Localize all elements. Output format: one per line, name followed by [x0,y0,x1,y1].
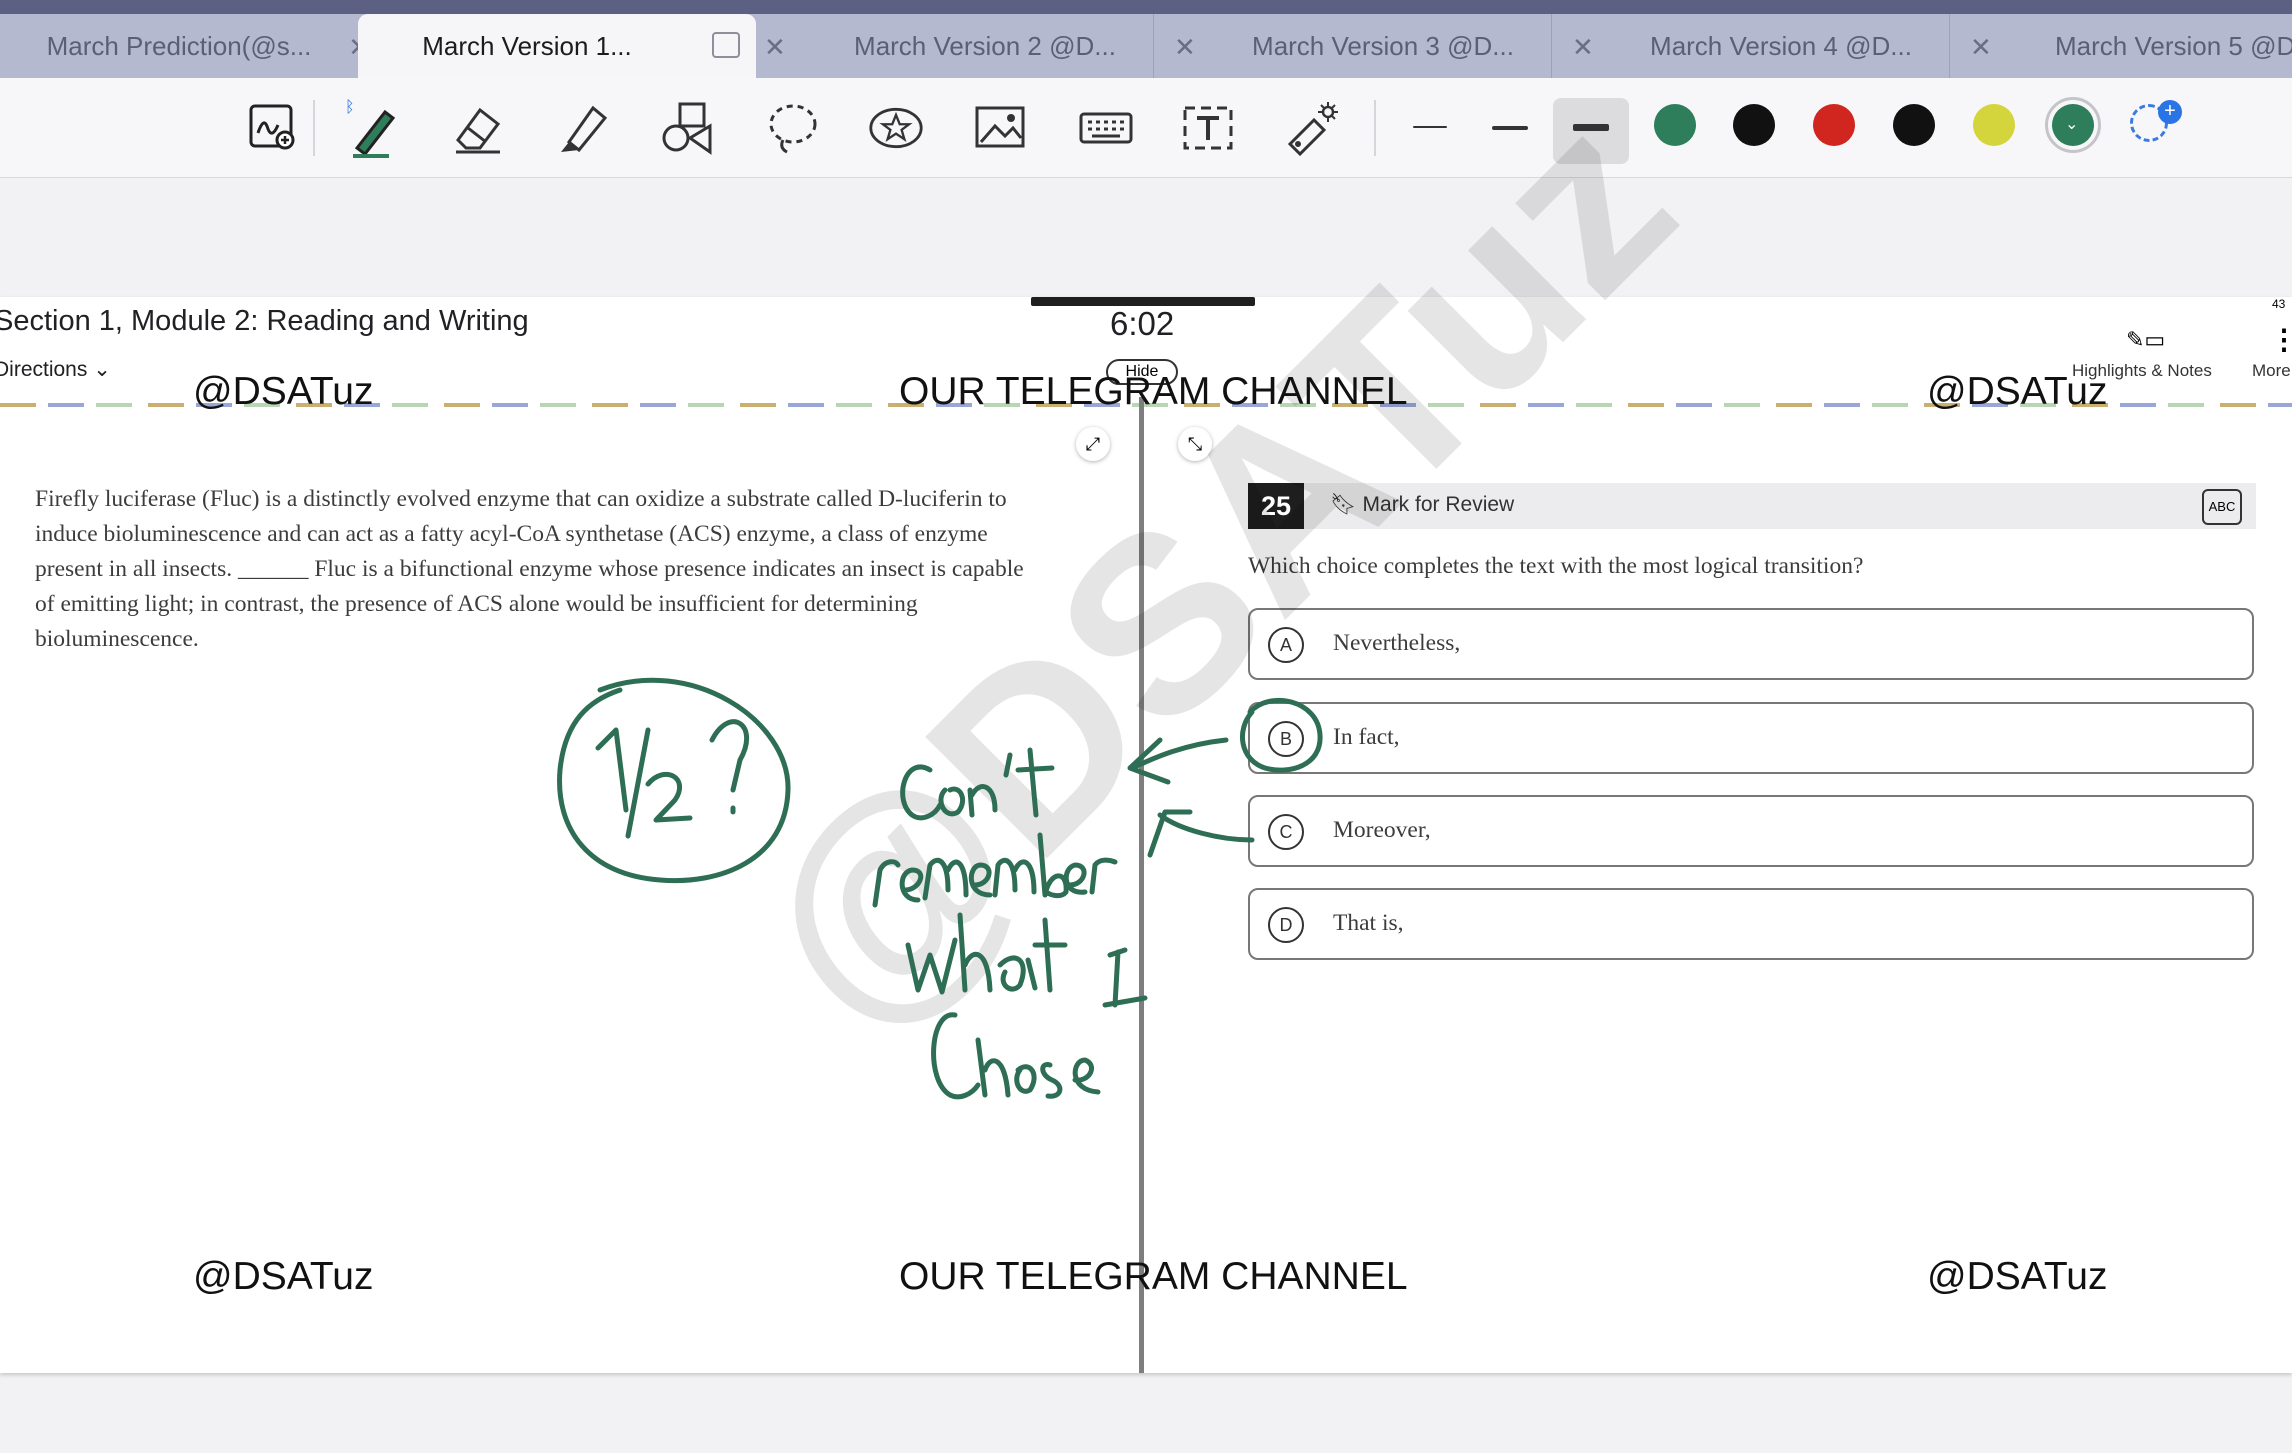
ink-arrow-2 [1147,809,1255,858]
ink-word-cant [900,747,1055,821]
screen: March Prediction(@s... ✕ March Version 1… [0,0,2292,1453]
ink-word-chose [931,1012,1101,1100]
ink-word-i [1102,947,1148,1008]
ink-question [709,719,749,815]
ink-circle-b [1240,697,1323,773]
ink-circle-fraction [557,677,791,884]
ink-arrow-1 [1127,737,1229,785]
ink-slash [625,727,651,839]
ink-word-remember [872,832,1118,908]
ink-two [645,771,693,823]
ink-one [595,727,629,813]
handwritten-ink-layer [557,677,1323,1100]
ink-word-what [905,912,1068,995]
